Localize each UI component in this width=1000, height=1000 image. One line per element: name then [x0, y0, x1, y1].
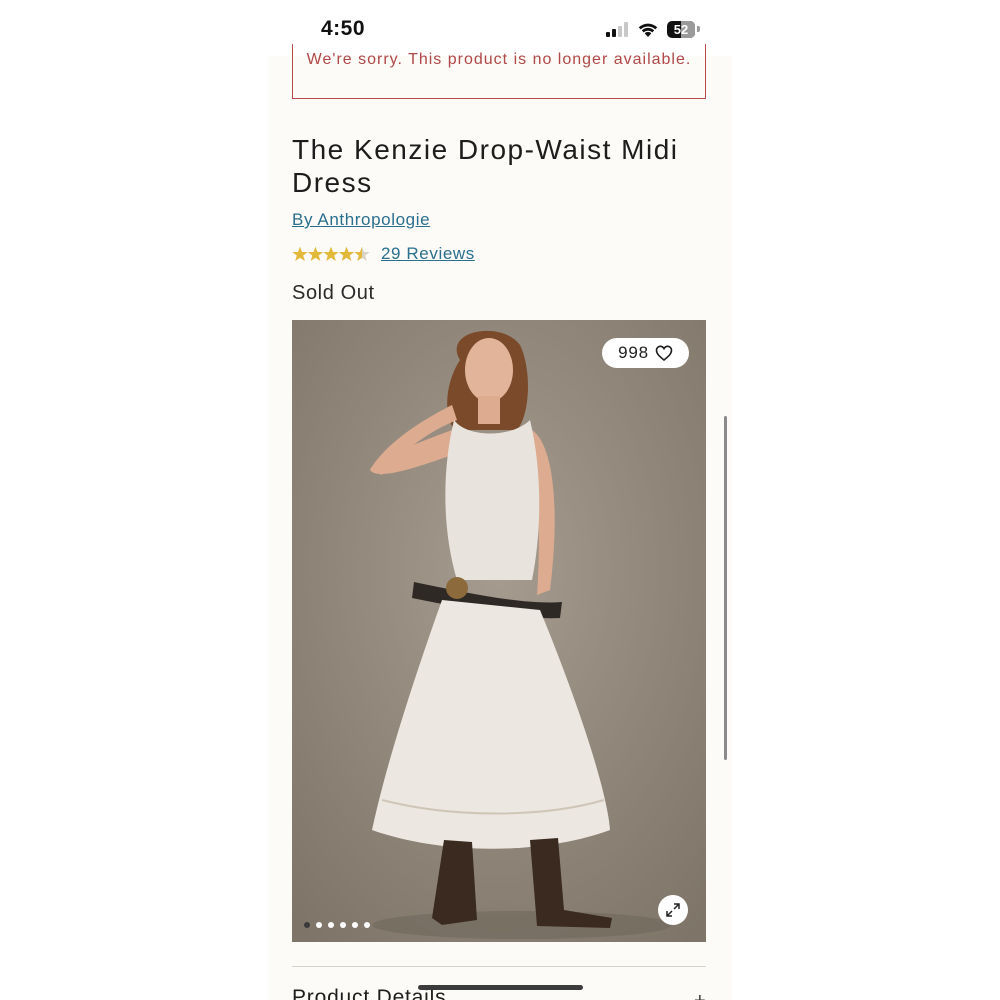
- carousel-dot[interactable]: [304, 922, 310, 928]
- carousel-dot[interactable]: [364, 922, 370, 928]
- star-rating[interactable]: [292, 244, 370, 264]
- scrollbar[interactable]: [724, 416, 727, 760]
- brand-link[interactable]: By Anthropologie: [292, 210, 430, 230]
- phone-screen: 4:50 52 We're sorry. This product is no …: [269, 0, 732, 1000]
- star-icon: [292, 246, 308, 261]
- product-image[interactable]: 998: [292, 320, 706, 942]
- star-icon: [354, 246, 370, 261]
- favorite-button[interactable]: 998: [602, 338, 689, 368]
- carousel-dot[interactable]: [328, 922, 334, 928]
- battery-level-text: 52: [673, 22, 689, 37]
- battery-icon: 52: [667, 21, 695, 38]
- star-icon: [323, 246, 339, 261]
- reviews-link[interactable]: 29 Reviews: [381, 244, 475, 264]
- stock-status: Sold Out: [292, 282, 375, 304]
- product-title: The Kenzie Drop-Waist Midi Dress: [292, 134, 679, 198]
- carousel-dot[interactable]: [340, 922, 346, 928]
- unavailable-alert: We're sorry. This product is no longer a…: [292, 44, 706, 99]
- expand-button[interactable]: [658, 895, 688, 925]
- cellular-signal-icon: [606, 22, 630, 37]
- product-photo: [292, 320, 706, 942]
- favorite-count: 998: [618, 343, 649, 362]
- carousel-dot[interactable]: [352, 922, 358, 928]
- star-icon: [307, 246, 324, 261]
- home-indicator[interactable]: [418, 985, 583, 990]
- plus-icon[interactable]: +: [694, 990, 706, 1000]
- battery-cap: [697, 26, 700, 32]
- carousel-dot[interactable]: [316, 922, 322, 928]
- wifi-icon: [638, 23, 658, 37]
- carousel-dots[interactable]: [304, 922, 370, 930]
- alert-message: We're sorry. This product is no longer a…: [306, 51, 692, 68]
- status-time: 4:50: [321, 17, 366, 40]
- star-icon: [338, 246, 355, 261]
- section-divider: [292, 966, 706, 967]
- expand-arrows-icon: [666, 903, 680, 917]
- heart-outline-icon: [655, 345, 673, 361]
